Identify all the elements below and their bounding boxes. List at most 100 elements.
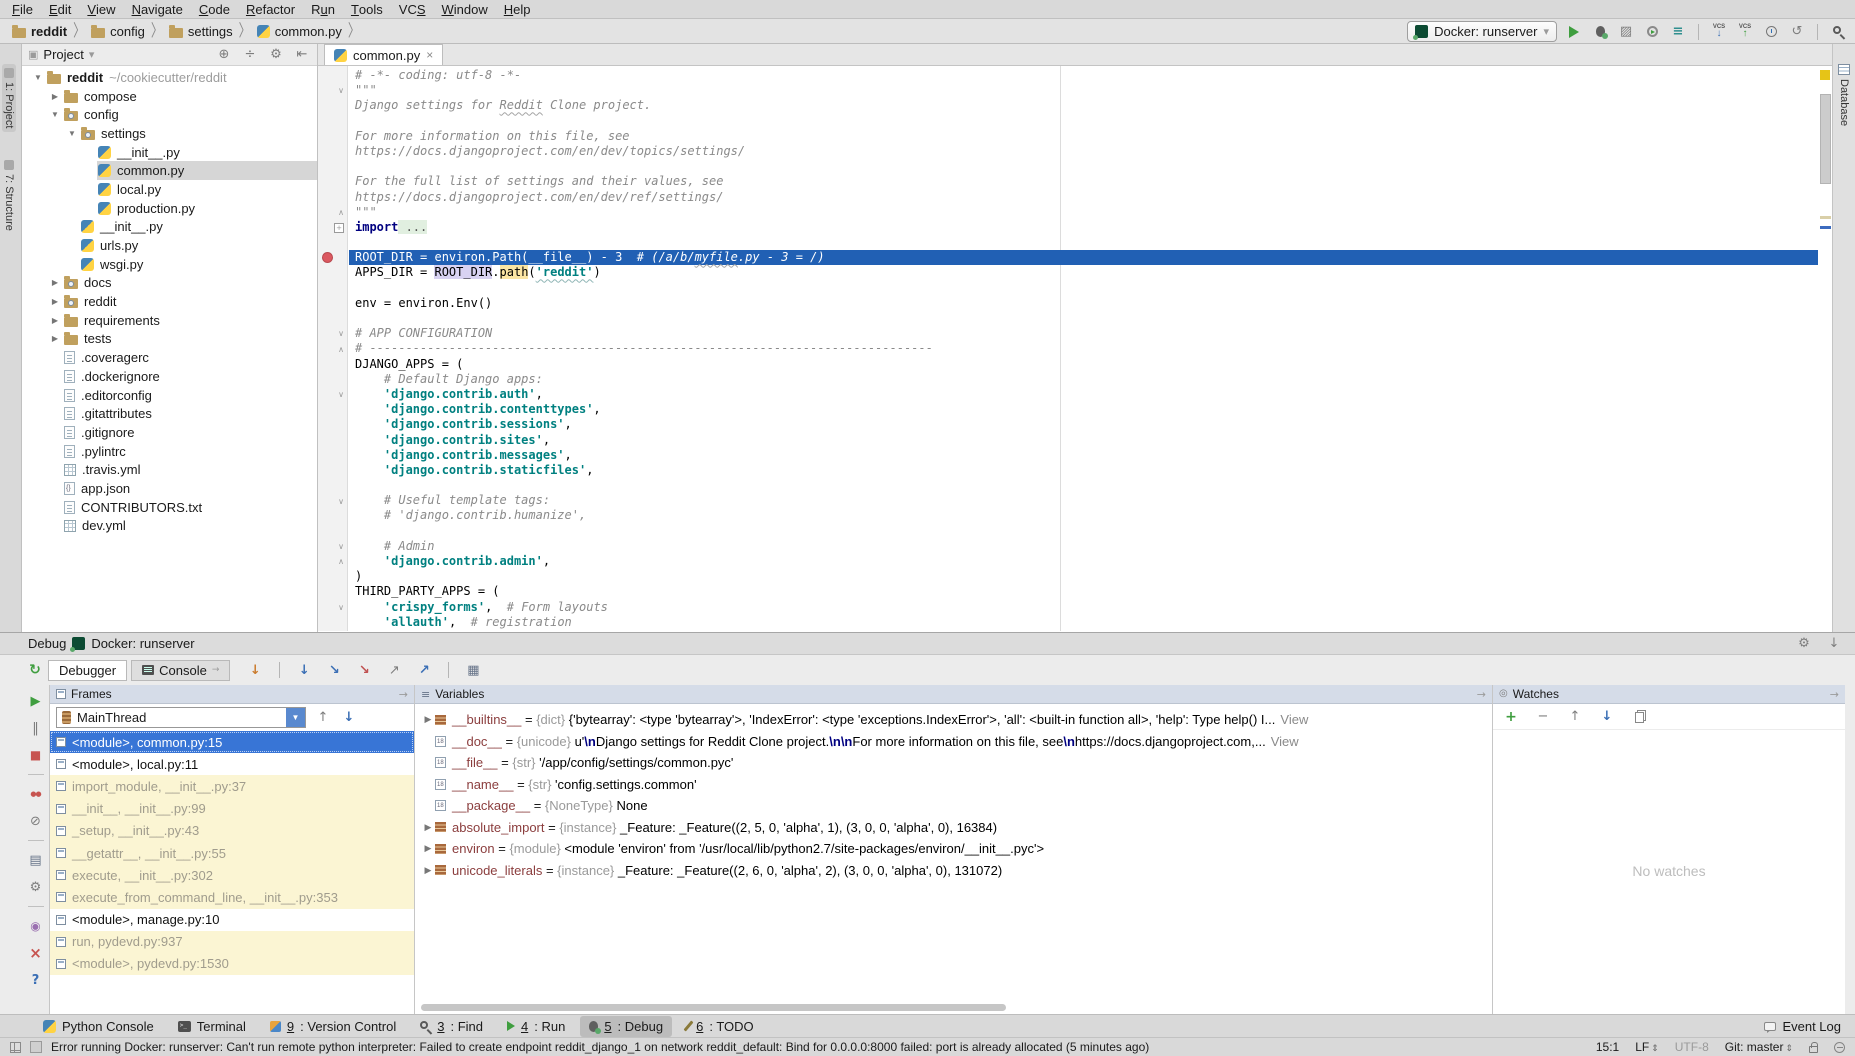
- editor-tab-common-py[interactable]: common.py ×: [324, 44, 443, 65]
- dock-icon[interactable]: →: [399, 689, 408, 700]
- tree-item[interactable]: ▶requirements: [22, 311, 317, 330]
- view-link[interactable]: View: [1271, 734, 1299, 749]
- search-everywhere-button[interactable]: [1829, 22, 1847, 42]
- expander-icon[interactable]: ▶: [421, 843, 435, 854]
- menu-vcs[interactable]: VCS: [391, 0, 434, 18]
- concurrency-diagram-button[interactable]: ≡: [1669, 22, 1687, 42]
- tree-item[interactable]: __init__.py: [22, 218, 317, 237]
- tree-item[interactable]: wsgi.py: [22, 255, 317, 274]
- breadcrumb-item[interactable]: common.py: [255, 24, 344, 39]
- tree-item[interactable]: .coveragerc: [22, 348, 317, 367]
- fold-marker-icon[interactable]: ∨: [338, 603, 344, 612]
- horizontal-scrollbar[interactable]: [421, 1004, 1006, 1011]
- frame-row[interactable]: <module>, manage.py:10: [50, 909, 414, 931]
- fold-marker-icon[interactable]: ∨: [338, 497, 344, 506]
- tree-item[interactable]: ▶compose: [22, 87, 317, 106]
- debug-tab-debugger[interactable]: Debugger: [48, 660, 127, 681]
- frame-row[interactable]: execute, __init__.py:302: [50, 864, 414, 886]
- tree-item[interactable]: ▶reddit: [22, 292, 317, 311]
- frame-row[interactable]: <module>, local.py:11: [50, 753, 414, 775]
- expander-icon[interactable]: ▶: [421, 822, 435, 833]
- tree-item[interactable]: .gitignore: [22, 423, 317, 442]
- add-watch-button[interactable]: +: [1502, 707, 1520, 727]
- move-up-button[interactable]: ↑: [1566, 707, 1584, 727]
- collapse-all-icon[interactable]: ÷: [241, 45, 259, 65]
- lock-icon[interactable]: [1809, 1046, 1818, 1053]
- tree-item[interactable]: app.json: [22, 479, 317, 498]
- frame-row[interactable]: _setup, __init__.py:43: [50, 820, 414, 842]
- variable-row[interactable]: __file__ = {str} '/app/config/settings/c…: [415, 752, 1492, 774]
- tool-window-tab-python-console[interactable]: Python Console: [34, 1016, 163, 1037]
- menu-view[interactable]: View: [79, 0, 123, 18]
- breadcrumb-item[interactable]: settings: [167, 24, 235, 39]
- settings-icon[interactable]: ⚙: [267, 45, 285, 65]
- fold-marker-icon[interactable]: ∧: [338, 208, 344, 217]
- stop-button[interactable]: ■: [27, 745, 45, 765]
- variable-row[interactable]: __package__ = {NoneType} None: [415, 795, 1492, 817]
- settings-icon[interactable]: ⚙: [1795, 634, 1813, 654]
- frame-row[interactable]: execute_from_command_line, __init__.py:3…: [50, 886, 414, 908]
- duplicate-watch-button[interactable]: [1630, 707, 1648, 727]
- pause-button[interactable]: ‖: [27, 718, 45, 738]
- vcs-update-button[interactable]: VCS↓: [1710, 22, 1728, 42]
- tree-expander-icon[interactable]: ▶: [47, 297, 63, 306]
- menu-window[interactable]: Window: [434, 0, 496, 18]
- frame-row[interactable]: <module>, pydevd.py:1530: [50, 953, 414, 975]
- line-ending-indicator[interactable]: LF⇕: [1635, 1040, 1659, 1054]
- fold-marker-icon[interactable]: ∨: [338, 542, 344, 551]
- rerun-icon[interactable]: ↻: [26, 660, 44, 680]
- menu-navigate[interactable]: Navigate: [124, 0, 191, 18]
- step-into-button[interactable]: ↘: [325, 660, 343, 680]
- tool-window-tab-terminal[interactable]: Terminal: [169, 1016, 255, 1037]
- tree-expander-icon[interactable]: ▼: [30, 73, 46, 82]
- tree-item[interactable]: .editorconfig: [22, 386, 317, 405]
- local-history-button[interactable]: [1762, 22, 1780, 42]
- tree-item[interactable]: .travis.yml: [22, 460, 317, 479]
- tree-item[interactable]: .pylintrc: [22, 442, 317, 461]
- fold-marker-icon[interactable]: +: [334, 223, 344, 233]
- debug-button[interactable]: [1591, 22, 1609, 42]
- evaluate-expression-button[interactable]: ▦: [464, 660, 482, 680]
- view-breakpoints-button[interactable]: ●●: [27, 784, 45, 804]
- variable-row[interactable]: ▶unicode_literals = {instance} _Feature:…: [415, 860, 1492, 882]
- variable-row[interactable]: __name__ = {str} 'config.settings.common…: [415, 774, 1492, 796]
- variable-row[interactable]: ▶__builtins__ = {dict} {'bytearray': <ty…: [415, 709, 1492, 731]
- rollback-button[interactable]: ↺: [1788, 22, 1806, 42]
- locate-file-icon[interactable]: ⊕: [215, 45, 233, 65]
- tree-item[interactable]: ▶tests: [22, 330, 317, 349]
- breakpoint-icon[interactable]: [322, 252, 333, 263]
- tree-expander-icon[interactable]: ▶: [47, 334, 63, 343]
- frame-row[interactable]: import_module, __init__.py:37: [50, 775, 414, 797]
- frame-row[interactable]: <module>, common.py:15: [50, 731, 414, 753]
- menu-tools[interactable]: Tools: [343, 0, 391, 18]
- tree-item[interactable]: ▶docs: [22, 274, 317, 293]
- tool-windows-toggle-icon[interactable]: [10, 1042, 21, 1053]
- expander-icon[interactable]: ▶: [421, 865, 435, 876]
- tree-expander-icon[interactable]: ▼: [47, 110, 63, 119]
- tree-item[interactable]: ▼reddit~/cookiecutter/reddit: [22, 68, 317, 87]
- fold-marker-icon[interactable]: ∧: [338, 345, 344, 354]
- tree-item[interactable]: .gitattributes: [22, 404, 317, 423]
- menu-run[interactable]: Run: [303, 0, 343, 18]
- caret-position[interactable]: 15:1: [1596, 1040, 1619, 1054]
- chevron-down-icon[interactable]: ▼: [286, 708, 305, 727]
- code-editor[interactable]: ∨∧+∨∧∨∨∨∧∨ # -*- coding: utf-8 -*-"""Dja…: [318, 66, 1832, 631]
- restore-layout-button[interactable]: ▤: [27, 850, 45, 870]
- fold-marker-icon[interactable]: ∨: [338, 390, 344, 399]
- run-to-cursor-button[interactable]: ↗: [415, 660, 433, 680]
- run-configuration-select[interactable]: Docker: runserver ▾: [1407, 21, 1557, 42]
- tree-expander-icon[interactable]: ▶: [47, 92, 63, 101]
- frame-down-icon[interactable]: ↓: [340, 708, 358, 728]
- frame-up-icon[interactable]: ↑: [314, 708, 332, 728]
- expander-icon[interactable]: ▶: [421, 714, 435, 725]
- tool-window-tab-run[interactable]: 4: Run: [498, 1016, 574, 1037]
- inspections-hector-icon[interactable]: [1834, 1042, 1845, 1053]
- variable-row[interactable]: __doc__ = {unicode} u'\nDjango settings …: [415, 731, 1492, 753]
- menu-edit[interactable]: Edit: [41, 0, 79, 18]
- hide-panel-icon[interactable]: ⇤: [293, 45, 311, 65]
- close-button[interactable]: ×: [27, 943, 45, 963]
- chevron-down-icon[interactable]: ▾: [89, 49, 95, 60]
- help-button[interactable]: ?: [27, 970, 45, 990]
- event-log-button[interactable]: Event Log: [1764, 1019, 1841, 1034]
- git-branch-indicator[interactable]: Git: master⇕: [1725, 1040, 1793, 1054]
